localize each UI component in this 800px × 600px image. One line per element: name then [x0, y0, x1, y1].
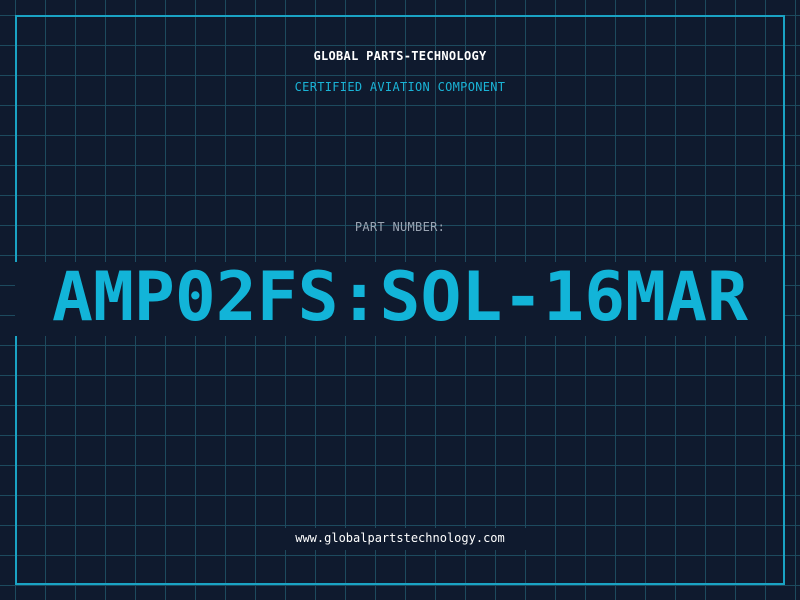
certification-subtitle: CERTIFIED AVIATION COMPONENT — [294, 80, 506, 94]
part-number-label: PART NUMBER: — [354, 220, 446, 234]
website-url: www.globalpartstechnology.com — [295, 531, 505, 545]
part-number-value: AMP02FS:SOL-16MAR — [52, 258, 748, 337]
label-canvas: GLOBAL PARTS-TECHNOLOGY CERTIFIED AVIATI… — [0, 0, 800, 600]
company-name: GLOBAL PARTS-TECHNOLOGY — [313, 49, 487, 63]
